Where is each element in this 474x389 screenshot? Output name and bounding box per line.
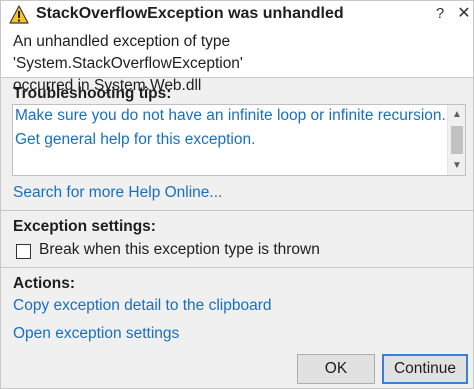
- scrollbar-thumb[interactable]: [451, 126, 463, 154]
- dialog-title: StackOverflowException was unhandled: [36, 5, 344, 22]
- message-line-1: An unhandled exception of type 'System.S…: [13, 33, 243, 72]
- tip-link-infinite-loop[interactable]: Make sure you do not have an infinite lo…: [15, 107, 446, 125]
- break-on-exception-label[interactable]: Break when this exception type is thrown: [39, 241, 320, 259]
- title-bar: StackOverflowException was unhandled ? ✕: [1, 1, 473, 29]
- break-on-exception-checkbox[interactable]: [16, 244, 31, 259]
- open-exception-settings-link[interactable]: Open exception settings: [13, 325, 179, 343]
- exception-message: An unhandled exception of type 'System.S…: [1, 29, 473, 94]
- tip-link-general-help[interactable]: Get general help for this exception.: [15, 131, 255, 149]
- exception-settings-heading: Exception settings:: [13, 218, 156, 235]
- divider: [1, 267, 473, 268]
- warning-icon: [9, 5, 29, 24]
- search-help-online-link[interactable]: Search for more Help Online...: [13, 184, 222, 202]
- tips-scrollbar[interactable]: ▲ ▼: [447, 105, 465, 175]
- exception-dialog: StackOverflowException was unhandled ? ✕…: [0, 0, 474, 389]
- ok-button[interactable]: OK: [297, 354, 375, 384]
- copy-exception-detail-link[interactable]: Copy exception detail to the clipboard: [13, 297, 272, 315]
- divider: [1, 210, 473, 211]
- scroll-down-arrow-icon[interactable]: ▼: [448, 158, 466, 174]
- continue-button[interactable]: Continue: [382, 354, 468, 384]
- troubleshooting-tips-list: Make sure you do not have an infinite lo…: [12, 104, 466, 176]
- troubleshooting-heading: Troubleshooting tips:: [13, 85, 172, 102]
- close-button[interactable]: ✕: [453, 3, 474, 25]
- actions-heading: Actions:: [13, 275, 75, 292]
- help-button[interactable]: ?: [429, 3, 451, 25]
- scroll-up-arrow-icon[interactable]: ▲: [448, 107, 466, 123]
- divider: [1, 77, 473, 78]
